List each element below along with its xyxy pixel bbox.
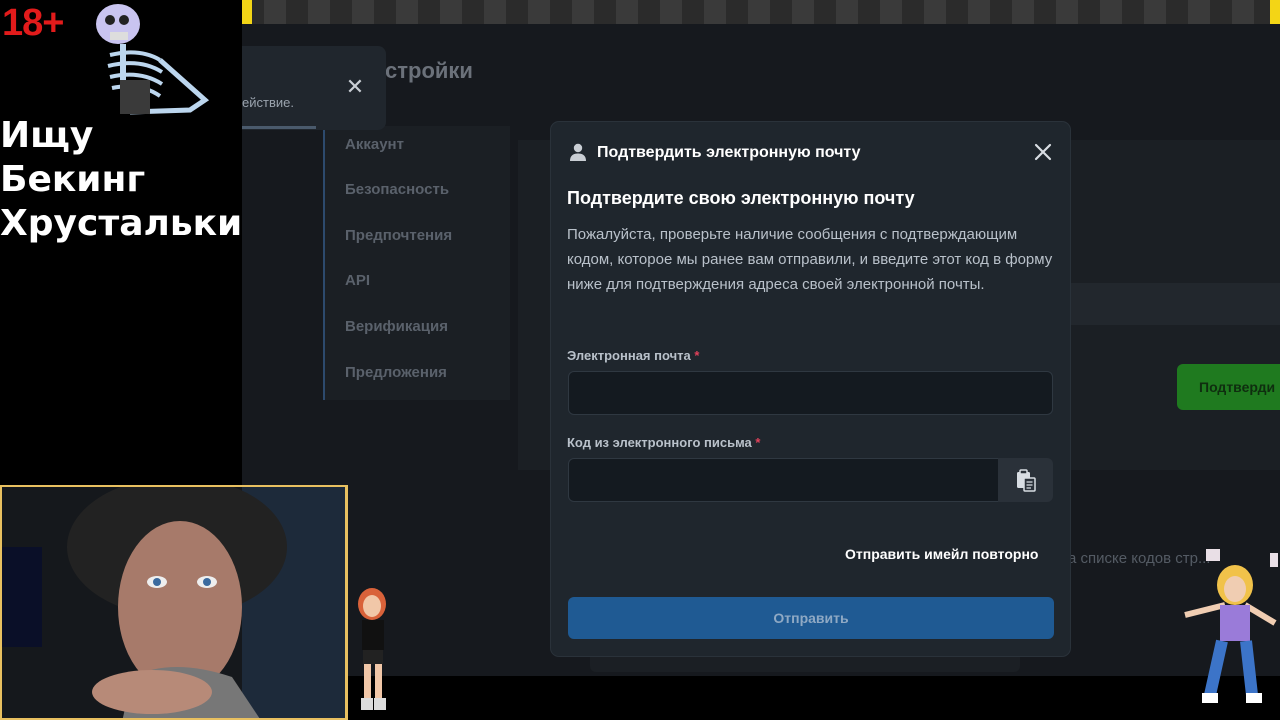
dancing-woman-image: [1184, 549, 1278, 703]
stream-title: Ищу Бекинг Хрустальки: [0, 114, 242, 246]
toast-close-icon[interactable]: ✕: [344, 76, 366, 98]
required-mark: *: [694, 348, 700, 363]
toast-progress-bar: [242, 126, 316, 129]
code-input[interactable]: [568, 458, 1000, 502]
skeleton-image: [96, 4, 210, 115]
modal-header-title: Подтвердить электронную почту: [597, 144, 861, 161]
paste-button[interactable]: [998, 458, 1053, 502]
settings-field: [1070, 283, 1280, 325]
code-label-text: Код из электронного письма: [567, 435, 752, 450]
webcam-image: [2, 487, 345, 718]
nav-item-account[interactable]: Аккаунт: [345, 136, 404, 153]
close-icon[interactable]: [1031, 140, 1055, 164]
top-overlay-strip: [242, 0, 1280, 24]
nav-item-security[interactable]: Безопасность: [345, 181, 449, 198]
nav-item-preferences[interactable]: Предпочтения: [345, 227, 452, 244]
toast-text: ействие.: [242, 95, 294, 110]
clipboard-icon: [1017, 469, 1036, 492]
resend-email-link[interactable]: Отправить имейл повторно: [845, 546, 1038, 562]
settings-title: стройки: [385, 58, 473, 83]
email-label-text: Электронная почта: [567, 348, 691, 363]
user-icon: [570, 143, 586, 161]
settings-nav: Аккаунт Безопасность Предпочтения API Ве…: [323, 126, 510, 400]
nav-item-offers[interactable]: Предложения: [345, 364, 447, 381]
webcam-feed: [0, 485, 348, 720]
modal-description: Пожалуйста, проверьте наличие сообщения …: [567, 226, 1053, 293]
confirm-button-background[interactable]: Подтверди: [1177, 364, 1280, 410]
email-label: Электронная почта *: [567, 348, 699, 363]
code-label: Код из электронного письма *: [567, 435, 760, 450]
dancing-girl-image: [358, 588, 386, 710]
modal-heading: Подтвердите свою электронную почту: [567, 188, 915, 208]
email-input[interactable]: [568, 371, 1053, 415]
submit-button[interactable]: Отправить: [568, 597, 1054, 639]
nav-item-verification[interactable]: Верификация: [345, 318, 448, 335]
stream-title-line2: Хрустальки: [0, 203, 243, 244]
stream-title-line1: Ищу Бекинг: [0, 115, 146, 200]
age-rating-badge: 18+: [2, 2, 64, 44]
nav-item-api[interactable]: API: [345, 272, 370, 289]
required-mark: *: [755, 435, 761, 450]
